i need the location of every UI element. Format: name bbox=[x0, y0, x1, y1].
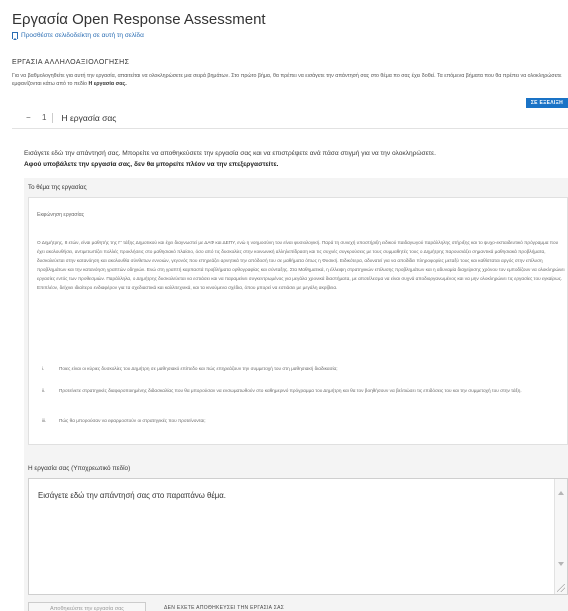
prompt-question-text: Ποιες είναι οι κύριες δυσκολίες του Δημή… bbox=[59, 366, 338, 371]
prompt-question-text: Πώς θα μπορούσαν να εφαρμοστούν οι στρατ… bbox=[59, 418, 206, 423]
bookmark-label: Προσθέστε σελιδοδείκτη σε αυτή τη σελίδα bbox=[21, 32, 144, 39]
section-intro: Για να βαθμολογηθείτε για αυτή την εργασ… bbox=[12, 72, 566, 88]
prompt-heading: Εκφώνηση εργασίας bbox=[37, 212, 85, 218]
collapse-toggle-icon[interactable]: − bbox=[26, 113, 42, 122]
prompt-box: Εκφώνηση εργασίας Ο Δημήτρης, 8 ετών, εί… bbox=[28, 197, 568, 445]
scroll-up-arrow-icon[interactable] bbox=[558, 491, 564, 495]
step-divider bbox=[52, 112, 54, 123]
bookmark-icon bbox=[12, 32, 18, 40]
answer-label: Η εργασία σας (Υποχρεωτικό πεδίο) bbox=[28, 465, 131, 472]
save-response-button[interactable]: Αποθηκεύστε την εργασία σας bbox=[28, 602, 146, 611]
page-title: Εργασία Open Response Assessment bbox=[12, 11, 266, 28]
prompt-question-number: iii. bbox=[42, 418, 47, 423]
prompt-question-number: i. bbox=[42, 366, 45, 371]
prompt-question-number: ii. bbox=[42, 388, 46, 393]
textarea-scrollbar[interactable] bbox=[554, 479, 567, 594]
step-instructions: Εισάγετε εδώ την απάντησή σας. Μπορείτε … bbox=[24, 148, 568, 170]
prompt-question: i. Ποιες είναι οι κύριες δυσκολίες του Δη… bbox=[37, 364, 557, 373]
answer-textarea[interactable]: Εισάγετε εδώ την απάντησή σας στο παραπά… bbox=[28, 478, 568, 595]
scroll-down-arrow-icon[interactable] bbox=[558, 562, 564, 566]
prompt-question-text: Προτείνετε στρατηγικές διαφοροποιημένης … bbox=[59, 388, 522, 393]
section-intro-bold: Η εργασία σας. bbox=[88, 81, 127, 87]
instructions-warning: Αφού υποβάλετε την εργασία σας, δεν θα μ… bbox=[24, 161, 279, 168]
answer-placeholder: Εισάγετε εδώ την απάντησή σας στο παραπά… bbox=[38, 491, 226, 500]
prompt-label: Το θέμα της εργασίας bbox=[28, 184, 87, 191]
save-status-text: ΔΕΝ ΕΧΕΤΕ ΑΠΟΘΗΚΕΥΣΕΙ ΤΗΝ ΕΡΓΑΣΙΑ ΣΑΣ bbox=[164, 605, 285, 611]
instructions-line: Εισάγετε εδώ την απάντησή σας. Μπορείτε … bbox=[24, 150, 436, 157]
section-heading: ΕΡΓΑΣΙΑ ΑΛΛΗΛΟΑΞΙΟΛΟΓΗΣΗΣ bbox=[12, 59, 130, 66]
resize-grip-icon[interactable] bbox=[557, 584, 565, 592]
prompt-question: iii. Πώς θα μπορούσαν να εφαρμοστούν οι σ… bbox=[37, 416, 557, 425]
step-number: 1 bbox=[42, 113, 47, 122]
step-header[interactable]: − 1 Η εργασία σας bbox=[12, 107, 568, 129]
prompt-paragraph: Ο Δημήτρης, 8 ετών, είναι μαθητής της Γ'… bbox=[37, 240, 565, 290]
prompt-question: ii. Προτείνετε στρατηγικές διαφοροποιημέν… bbox=[37, 386, 557, 395]
bookmark-link[interactable]: Προσθέστε σελιδοδείκτη σε αυτή τη σελίδα bbox=[12, 32, 144, 40]
step-title: Η εργασία σας bbox=[61, 112, 117, 123]
